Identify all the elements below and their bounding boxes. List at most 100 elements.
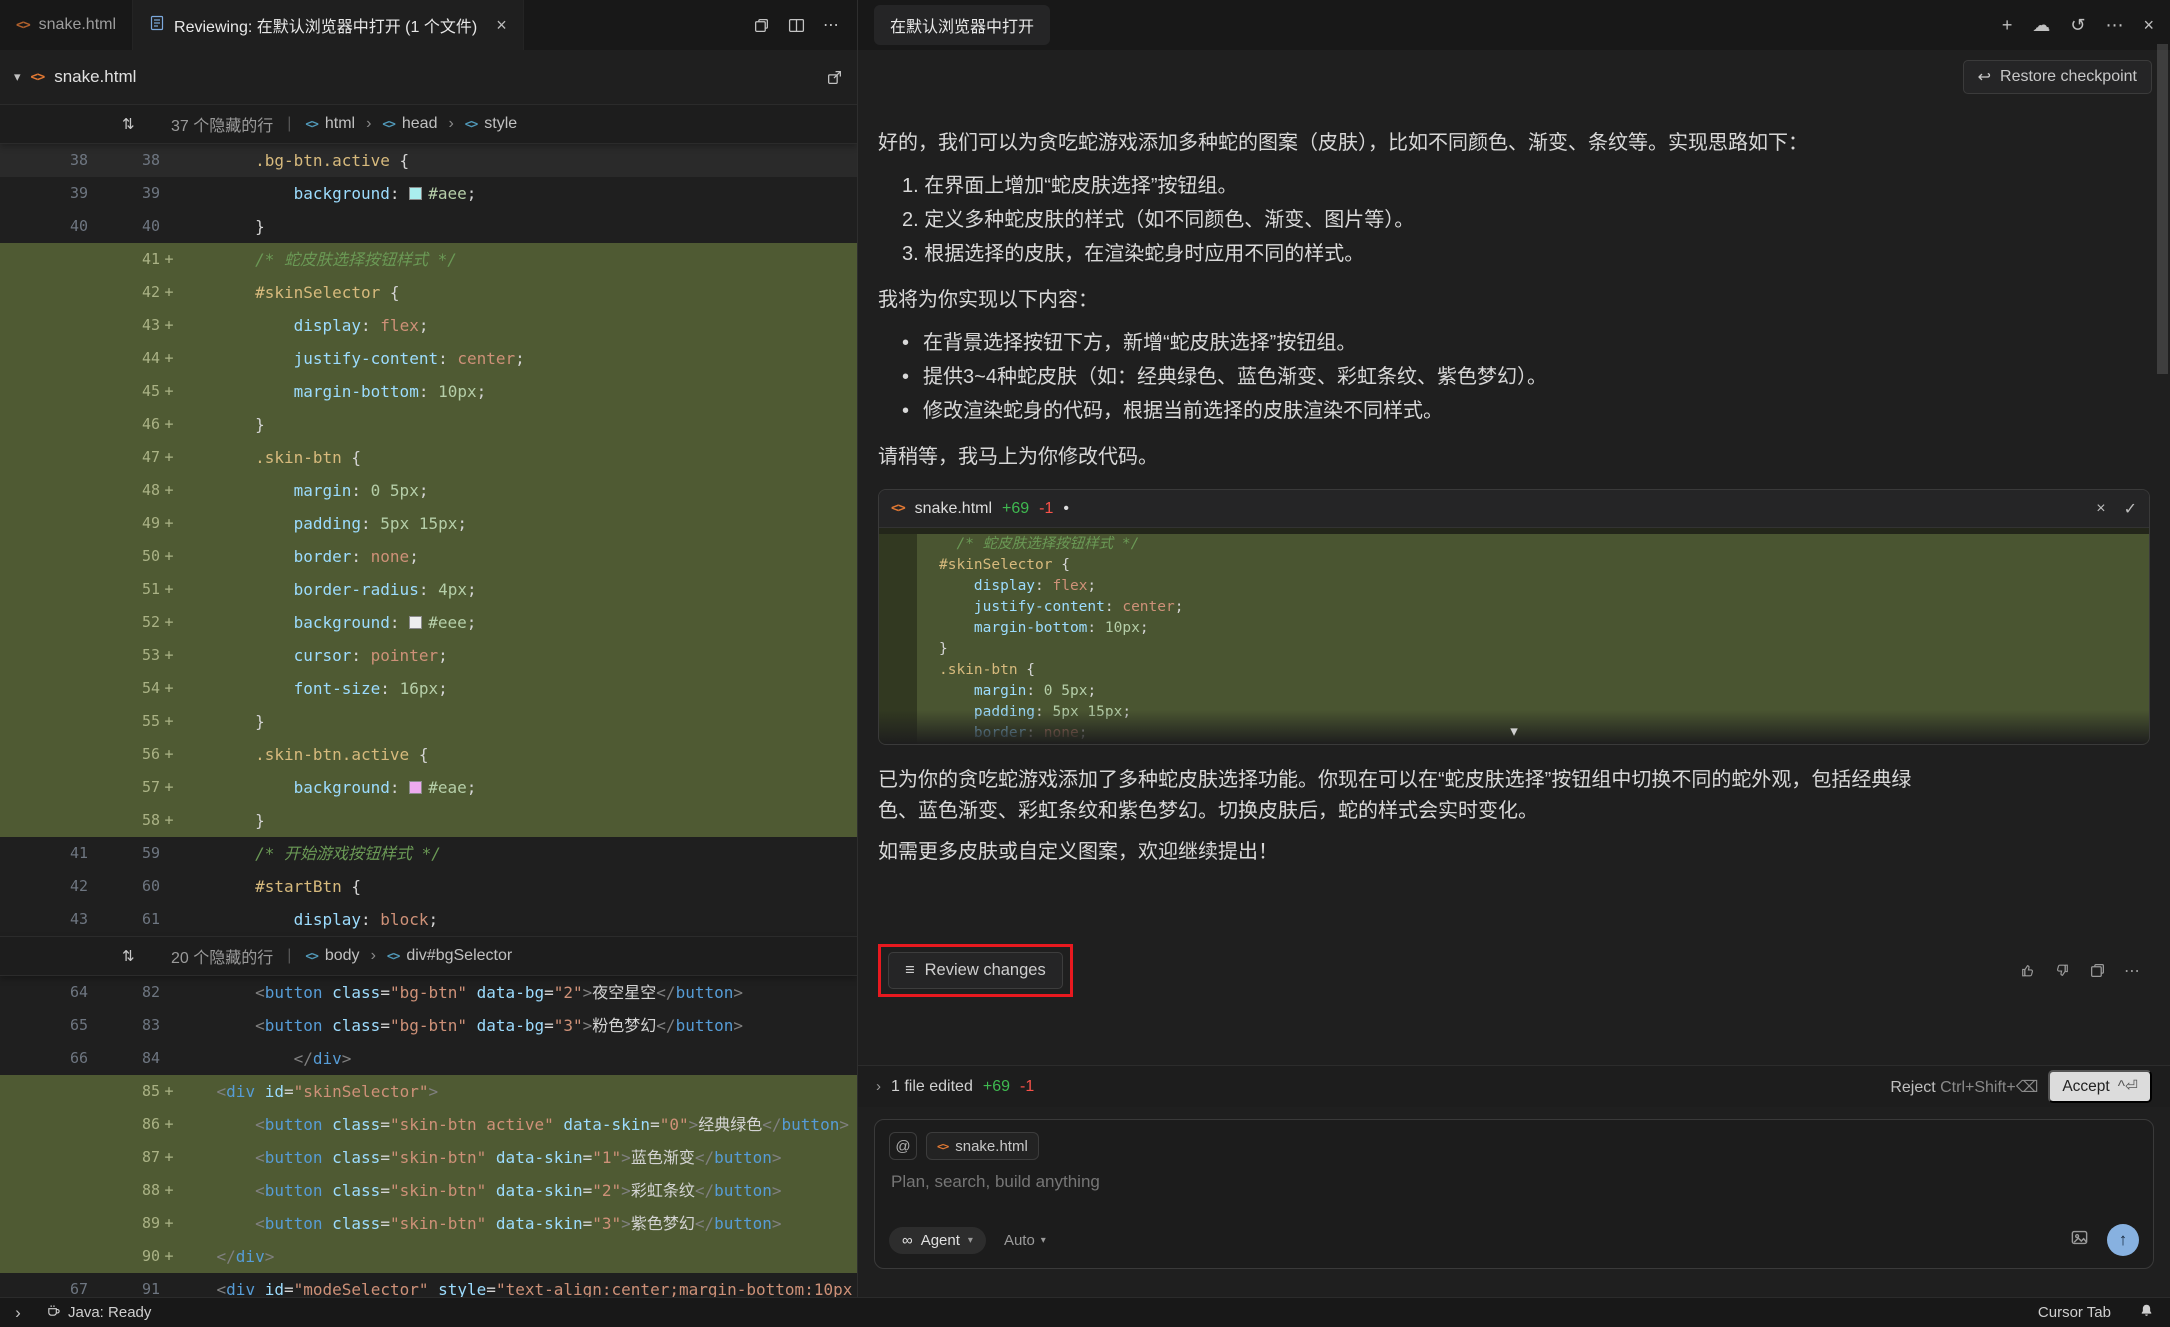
code-token: : xyxy=(1105,599,1122,615)
diff-marker: + xyxy=(160,309,178,342)
expand-card-chevron-icon[interactable]: ▾ xyxy=(1510,722,1518,740)
code-line[interactable]: 4040 } xyxy=(0,210,857,243)
breadcrumb-item[interactable]: style xyxy=(484,115,517,133)
code-token xyxy=(178,283,255,302)
unfold-icon[interactable]: ⇅ xyxy=(122,947,135,965)
breadcrumb-item[interactable]: html xyxy=(325,115,355,133)
code-token: class xyxy=(332,1148,380,1167)
apply-changes-icon[interactable] xyxy=(826,69,843,86)
editor-scroll[interactable]: ⇅37 个隐藏的行|<>html›<>head›<>style3838 .bg-… xyxy=(0,104,857,1297)
code-line[interactable]: 3838 .bg-btn.active { xyxy=(0,144,857,177)
line-number-new: 49 xyxy=(88,507,160,540)
hidden-lines-header[interactable]: ⇅37 个隐藏的行|<>html›<>head›<>style xyxy=(0,104,857,144)
code-line[interactable]: 48+ margin: 0 5px; xyxy=(0,474,857,507)
code-line[interactable]: 4361 display: block; xyxy=(0,903,857,936)
code-line[interactable]: 43+ display: flex; xyxy=(0,309,857,342)
code-line[interactable]: 86+ <button class="skin-btn active" data… xyxy=(0,1108,857,1141)
tab-reviewing[interactable]: Reviewing: 在默认浏览器中打开 (1 个文件) × xyxy=(133,0,524,50)
code-line[interactable]: 41+ /* 蛇皮肤选择按钮样式 */ xyxy=(0,243,857,276)
code-line[interactable]: 87+ <button class="skin-btn" data-skin="… xyxy=(0,1141,857,1174)
close-icon[interactable]: × xyxy=(496,15,507,36)
breadcrumb-item[interactable]: div#bgSelector xyxy=(406,947,512,965)
code-line[interactable]: 6684 </div> xyxy=(0,1042,857,1075)
send-button[interactable]: ↑ xyxy=(2107,1224,2139,1256)
message-more-icon[interactable]: ⋯ xyxy=(2124,961,2140,981)
code-line[interactable]: 49+ padding: 5px 15px; xyxy=(0,507,857,540)
chat-input[interactable] xyxy=(891,1172,2141,1192)
code-line[interactable]: 52+ background: #eee; xyxy=(0,606,857,639)
chat-input-box[interactable]: @ <> snake.html ∞ Agent ▾ xyxy=(874,1119,2154,1269)
code-token xyxy=(939,725,974,741)
hidden-lines-header[interactable]: ⇅20 个隐藏的行|<>body›<>div#bgSelector xyxy=(0,936,857,976)
review-changes-button[interactable]: ≡ Review changes xyxy=(888,952,1063,989)
editor-scrollbar[interactable] xyxy=(2157,44,2168,374)
thumbs-down-icon[interactable] xyxy=(2054,962,2071,979)
code-line[interactable]: 57+ background: #eae; xyxy=(0,771,857,804)
code-line[interactable]: 55+ } xyxy=(0,705,857,738)
card-reject-icon[interactable]: × xyxy=(2096,500,2105,518)
code-token: .skin-btn xyxy=(255,448,342,467)
notifications-bell-icon[interactable] xyxy=(2139,1303,2154,1322)
reject-button[interactable]: Reject Ctrl+Shift+⌫ xyxy=(1890,1077,2038,1097)
file-review-header[interactable]: ▾ <> snake.html xyxy=(0,50,857,104)
chat-tab[interactable]: 在默认浏览器中打开 xyxy=(874,5,1050,45)
code-line[interactable]: 4159 /* 开始游戏按钮样式 */ xyxy=(0,837,857,870)
code-line[interactable]: 56+ .skin-btn.active { xyxy=(0,738,857,771)
unfold-icon[interactable]: ⇅ xyxy=(122,115,135,133)
split-editor-icon[interactable] xyxy=(788,17,805,34)
cloud-icon[interactable]: ☁ xyxy=(2032,15,2050,36)
code-text: <button class="skin-btn" data-skin="3">紫… xyxy=(178,1207,857,1240)
code-line[interactable]: 90+ </div> xyxy=(0,1240,857,1273)
code-line[interactable]: 3939 background: #aee; xyxy=(0,177,857,210)
restore-checkpoint-button[interactable]: ↩ Restore checkpoint xyxy=(1963,60,2152,94)
code-card-header[interactable]: <> snake.html +69 -1 • × ✓ xyxy=(879,490,2149,528)
code-line[interactable]: 50+ border: none; xyxy=(0,540,857,573)
code-line[interactable]: 51+ border-radius: 4px; xyxy=(0,573,857,606)
code-token: margin-bottom xyxy=(974,620,1088,636)
code-line[interactable]: 46+ } xyxy=(0,408,857,441)
code-line[interactable]: 44+ justify-content: center; xyxy=(0,342,857,375)
diff-marker: + xyxy=(160,1075,178,1108)
code-line[interactable]: 6791 <div id="modeSelector" style="text-… xyxy=(0,1273,857,1297)
code-line[interactable]: 58+ } xyxy=(0,804,857,837)
code-line[interactable]: 6583 <button class="bg-btn" data-bg="3">… xyxy=(0,1009,857,1042)
new-chat-icon[interactable]: + xyxy=(2002,15,2013,36)
breadcrumb-item[interactable]: body xyxy=(325,947,360,965)
code-line[interactable]: 6482 <button class="bg-btn" data-bg="2">… xyxy=(0,976,857,1009)
code-token: "skinSelector" xyxy=(294,1082,429,1101)
copy-message-icon[interactable] xyxy=(2089,962,2106,979)
breadcrumb-item[interactable]: head xyxy=(402,115,438,133)
thumbs-up-icon[interactable] xyxy=(2019,962,2036,979)
add-context-button[interactable]: @ xyxy=(889,1132,917,1160)
code-line[interactable]: 54+ font-size: 16px; xyxy=(0,672,857,705)
chevron-down-icon[interactable]: ▾ xyxy=(14,69,21,85)
more-icon[interactable]: ⋯ xyxy=(2105,15,2123,36)
agent-mode-selector[interactable]: ∞ Agent ▾ xyxy=(889,1227,986,1254)
code-line[interactable]: 47+ .skin-btn { xyxy=(0,441,857,474)
code-line[interactable]: 45+ margin-bottom: 10px; xyxy=(0,375,857,408)
cursor-tab-status[interactable]: Cursor Tab xyxy=(2028,1304,2121,1321)
line-number-new: 41 xyxy=(88,243,160,276)
attach-image-icon[interactable] xyxy=(2070,1228,2089,1252)
history-icon[interactable]: ↺ xyxy=(2070,15,2085,36)
code-line[interactable]: 85+ <div id="skinSelector"> xyxy=(0,1075,857,1108)
more-actions-icon[interactable]: ⋯ xyxy=(823,15,839,35)
close-panel-icon[interactable]: × xyxy=(2143,15,2154,36)
code-line[interactable]: 53+ cursor: pointer; xyxy=(0,639,857,672)
code-token: = xyxy=(380,1016,390,1035)
card-accept-icon[interactable]: ✓ xyxy=(2124,499,2137,519)
context-chip-snake-html[interactable]: <> snake.html xyxy=(926,1132,1039,1160)
tab-snake-html[interactable]: <> snake.html xyxy=(0,0,133,50)
remote-icon[interactable]: › xyxy=(0,1298,36,1327)
code-line[interactable]: 89+ <button class="skin-btn" data-skin="… xyxy=(0,1207,857,1240)
code-line[interactable]: 88+ <button class="skin-btn" data-skin="… xyxy=(0,1174,857,1207)
expand-files-icon[interactable]: › xyxy=(876,1078,881,1095)
accept-button[interactable]: Accept ^⏎ xyxy=(2048,1070,2152,1103)
code-token: button xyxy=(782,1115,840,1134)
java-status[interactable]: Java: Ready xyxy=(36,1303,161,1322)
code-line[interactable]: 4260 #startBtn { xyxy=(0,870,857,903)
code-token: margin xyxy=(294,481,352,500)
code-line[interactable]: 42+ #skinSelector { xyxy=(0,276,857,309)
open-changes-icon[interactable] xyxy=(753,17,770,34)
model-selector[interactable]: Auto ▾ xyxy=(1004,1232,1046,1249)
